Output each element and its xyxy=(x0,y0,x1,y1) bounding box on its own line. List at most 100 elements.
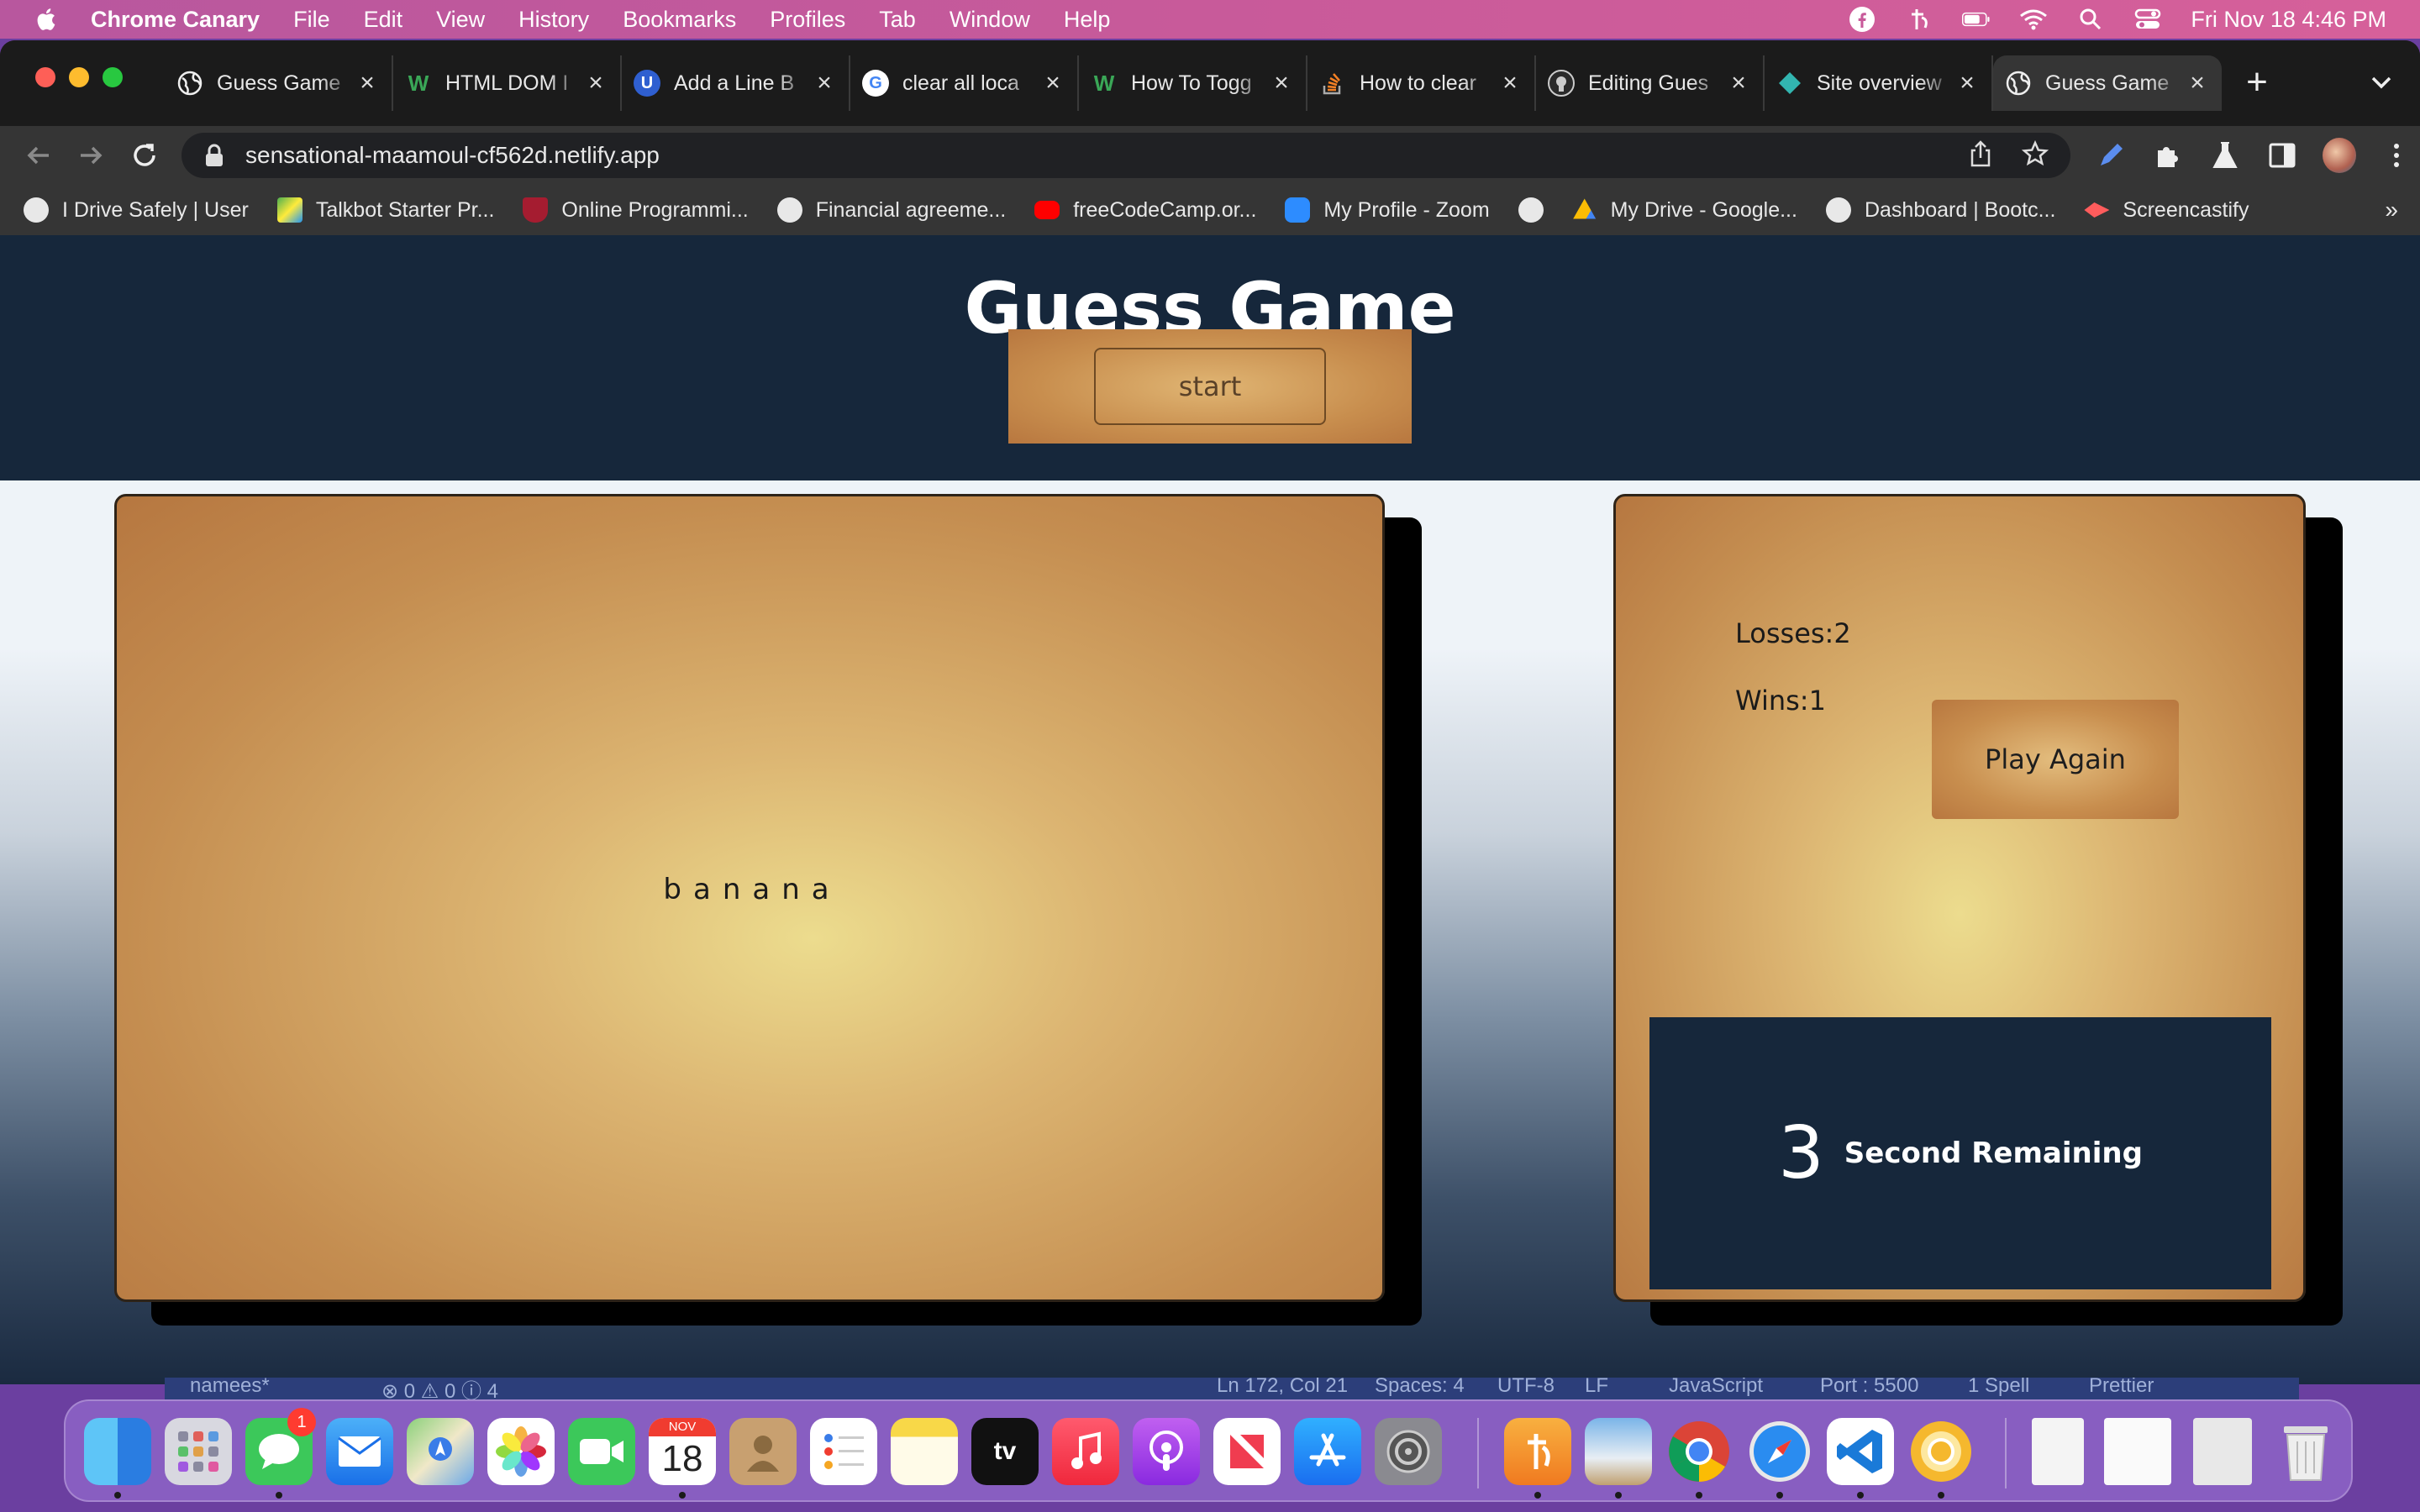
chrome-canary-icon[interactable] xyxy=(1907,1418,1975,1485)
finder-icon[interactable] xyxy=(84,1418,151,1485)
close-tab-icon[interactable]: × xyxy=(1954,69,1980,97)
zoom-window-button[interactable] xyxy=(103,67,123,87)
mail-icon[interactable] xyxy=(326,1418,393,1485)
bookmark-item[interactable]: Talkbot Starter Pr... xyxy=(276,197,494,223)
start-button[interactable]: start xyxy=(1094,348,1326,425)
bookmark-item[interactable] xyxy=(1518,197,1544,223)
facetime-icon[interactable] xyxy=(568,1418,635,1485)
bookmark-star-icon[interactable] xyxy=(2021,139,2049,171)
play-again-button[interactable]: Play Again xyxy=(1932,700,2179,819)
close-tab-icon[interactable]: × xyxy=(583,69,608,97)
screenshot-icon[interactable] xyxy=(2104,1418,2171,1485)
vscode-icon[interactable] xyxy=(1827,1418,1894,1485)
calendar-icon[interactable]: NOV 18 xyxy=(649,1418,716,1485)
language-status[interactable]: JavaScript xyxy=(1669,1378,1763,1398)
menu-profiles[interactable]: Profiles xyxy=(770,7,845,33)
avatar[interactable] xyxy=(2323,138,2356,173)
bookmark-item[interactable]: Screencastify xyxy=(2084,197,2249,223)
menu-history[interactable]: History xyxy=(518,7,589,33)
tab-editing-guess[interactable]: Editing Gues × xyxy=(1536,55,1765,111)
notes-icon[interactable] xyxy=(891,1418,958,1485)
bookmarks-overflow-button[interactable]: » xyxy=(2385,197,2398,223)
tab-add-line[interactable]: U Add a Line B × xyxy=(622,55,850,111)
menu-bookmarks[interactable]: Bookmarks xyxy=(623,7,736,33)
screenshot2-icon[interactable] xyxy=(2193,1418,2252,1485)
menu-tab[interactable]: Tab xyxy=(879,7,916,33)
tab-site-overview[interactable]: Site overview × xyxy=(1765,55,1993,111)
control-center-icon[interactable] xyxy=(2133,5,2162,34)
chevron-down-icon[interactable] xyxy=(2365,66,2402,102)
tab-guess-game[interactable]: Guess Game × xyxy=(165,55,393,111)
tab-html-dom[interactable]: W HTML DOM I × xyxy=(393,55,622,111)
address-bar[interactable]: sensational-maamoul-cf562d.netlify.app xyxy=(182,133,2070,178)
indent-status[interactable]: Spaces: 4 xyxy=(1375,1378,1465,1398)
prettier-status[interactable]: Prettier xyxy=(2089,1378,2154,1398)
minimize-window-button[interactable] xyxy=(69,67,89,87)
spotlight-search-icon[interactable] xyxy=(2076,5,2105,34)
tab-guess-game-active[interactable]: Guess Game × xyxy=(1993,55,2222,111)
close-tab-icon[interactable]: × xyxy=(1497,69,1523,97)
menu-file[interactable]: File xyxy=(293,7,330,33)
close-tab-icon[interactable]: × xyxy=(1040,69,1065,97)
reminders-icon[interactable] xyxy=(810,1418,877,1485)
problems-status[interactable]: ⊗ 0 ⚠ 0 ⓘ 4 xyxy=(381,1378,498,1399)
eol-status[interactable]: LF xyxy=(1585,1378,1608,1398)
preview-icon[interactable] xyxy=(1585,1418,1652,1485)
reload-icon[interactable] xyxy=(128,139,161,172)
bookmark-item[interactable]: Financial agreeme... xyxy=(776,197,1006,223)
launchpad-icon[interactable] xyxy=(165,1418,232,1485)
menu-window[interactable]: Window xyxy=(950,7,1030,33)
menubar-clock[interactable]: Fri Nov 18 4:46 PM xyxy=(2191,7,2386,33)
lock-icon[interactable] xyxy=(203,143,225,168)
podcasts-icon[interactable] xyxy=(1133,1418,1200,1485)
labs-flask-icon[interactable] xyxy=(2208,139,2242,172)
menu-view[interactable]: View xyxy=(436,7,485,33)
typora-icon[interactable] xyxy=(1504,1418,1571,1485)
tab-clear-local[interactable]: G clear all loca × xyxy=(850,55,1079,111)
bookmark-item[interactable]: I Drive Safely | User xyxy=(24,197,249,223)
cursor-position-status[interactable]: Ln 172, Col 21 xyxy=(1217,1378,1348,1398)
close-tab-icon[interactable]: × xyxy=(1269,69,1294,97)
menu-app-name[interactable]: Chrome Canary xyxy=(91,7,260,33)
close-tab-icon[interactable]: × xyxy=(1726,69,1751,97)
close-tab-icon[interactable]: × xyxy=(2185,69,2210,97)
apple-icon[interactable] xyxy=(34,7,57,32)
share-icon[interactable] xyxy=(1968,139,1993,172)
tab-how-to-clear[interactable]: How to clear × xyxy=(1307,55,1536,111)
bookmark-item[interactable]: Online Programmi... xyxy=(523,197,749,223)
more-menu-icon[interactable] xyxy=(2380,139,2413,172)
tab-how-to-toggle[interactable]: W How To Togg × xyxy=(1079,55,1307,111)
photos-icon[interactable] xyxy=(487,1418,555,1485)
forward-arrow-icon[interactable] xyxy=(74,139,108,172)
trash-icon[interactable] xyxy=(2272,1418,2339,1485)
close-tab-icon[interactable]: × xyxy=(812,69,837,97)
git-branch-status[interactable]: namees* xyxy=(190,1378,270,1398)
new-tab-button[interactable]: + xyxy=(2233,60,2281,108)
facebook-status-icon[interactable] xyxy=(1848,5,1876,34)
chrome-icon[interactable] xyxy=(1665,1418,1733,1485)
news-icon[interactable] xyxy=(1213,1418,1281,1485)
spell-status[interactable]: 1 Spell xyxy=(1968,1378,2029,1398)
bookmark-item[interactable]: My Drive - Google... xyxy=(1572,197,1797,223)
bookmark-item[interactable]: Dashboard | Bootc... xyxy=(1825,197,2055,223)
appletv-icon[interactable]: tv xyxy=(971,1418,1039,1485)
encoding-status[interactable]: UTF-8 xyxy=(1497,1378,1555,1398)
bookmark-item[interactable]: My Profile - Zoom xyxy=(1285,197,1490,223)
close-tab-icon[interactable]: × xyxy=(355,69,380,97)
appstore-icon[interactable] xyxy=(1294,1418,1361,1485)
contacts-icon[interactable] xyxy=(729,1418,797,1485)
url-text[interactable]: sensational-maamoul-cf562d.netlify.app xyxy=(245,142,660,169)
pen-extension-icon[interactable] xyxy=(2094,139,2128,172)
menu-edit[interactable]: Edit xyxy=(364,7,403,33)
side-panel-icon[interactable] xyxy=(2265,139,2299,172)
menu-help[interactable]: Help xyxy=(1064,7,1111,33)
bookmark-item[interactable]: freeCodeCamp.or... xyxy=(1034,198,1256,223)
port-status[interactable]: Port : 5500 xyxy=(1820,1378,1918,1398)
wifi-icon[interactable] xyxy=(2019,5,2048,34)
music-icon[interactable] xyxy=(1052,1418,1119,1485)
settings-icon[interactable] xyxy=(1375,1418,1442,1485)
safari-icon[interactable] xyxy=(1746,1418,1813,1485)
document-icon[interactable] xyxy=(2032,1418,2084,1485)
typora-status-icon[interactable] xyxy=(1905,5,1933,34)
back-arrow-icon[interactable] xyxy=(22,139,55,172)
